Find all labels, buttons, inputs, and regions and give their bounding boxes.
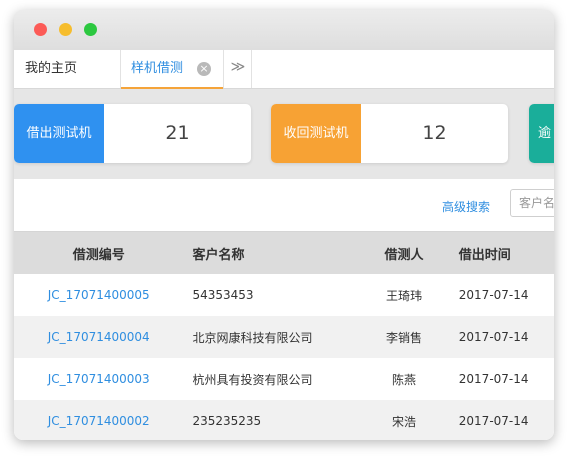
borrower-cell: 陈燕 xyxy=(392,372,417,387)
loan-list-panel: 高级搜索 借测编号 客户名称 借测人 借出时间 JC_17071400005 5… xyxy=(14,179,554,440)
table-row[interactable]: JC_17071400003 杭州具有投资有限公司 陈燕 2017-07-14 xyxy=(14,358,554,400)
minimize-window-button[interactable] xyxy=(59,23,72,36)
customer-cell: 235235235 xyxy=(183,400,365,440)
stat-card-value: 12 xyxy=(422,122,447,144)
lend-date-cell: 2017-07-14 xyxy=(458,288,529,302)
close-icon[interactable]: × xyxy=(197,62,211,76)
loan-id-cell: JC_17071400005 xyxy=(14,274,183,316)
column-header-borrower[interactable]: 借测人 xyxy=(364,232,444,274)
loan-id-link[interactable]: JC_17071400002 xyxy=(48,414,150,428)
tab-sample-loan-label: 样机借测 xyxy=(131,61,184,76)
list-toolbar: 高级搜索 xyxy=(14,179,554,232)
stat-card-label: 逾 xyxy=(529,104,554,163)
stat-card-value: 21 xyxy=(165,122,190,144)
column-header-customer[interactable]: 客户名称 xyxy=(183,232,365,274)
tab-home[interactable]: 我的主页 xyxy=(25,50,77,88)
customer-cell: 杭州具有投资有限公司 xyxy=(192,372,313,387)
table-header-row: 借测编号 客户名称 借测人 借出时间 xyxy=(14,232,554,274)
advanced-search-link[interactable]: 高级搜索 xyxy=(442,198,490,215)
tab-sample-loan[interactable]: 样机借测 × xyxy=(120,50,224,89)
tab-bar: 我的主页 样机借测 × ≫ xyxy=(14,50,554,89)
table-row[interactable]: JC_17071400002 235235235 宋浩 2017-07-14 xyxy=(14,400,554,440)
lend-date-cell: 2017-07-14 xyxy=(443,400,554,440)
table-row[interactable]: JC_17071400005 54353453 王琦玮 2017-07-14 xyxy=(14,274,554,316)
borrower-cell: 宋浩 xyxy=(364,400,444,440)
stat-card-lent[interactable]: 借出测试机 21 xyxy=(14,104,251,163)
customer-search-input[interactable] xyxy=(510,189,554,217)
close-window-button[interactable] xyxy=(34,23,47,36)
app-window: 我的主页 样机借测 × ≫ 借出测试机 21 收回测试机 12 逾 高级搜索 借… xyxy=(14,10,554,440)
maximize-window-button[interactable] xyxy=(84,23,97,36)
customer-cell: 54353453 xyxy=(192,288,254,302)
title-bar xyxy=(14,10,554,50)
loan-id-link[interactable]: JC_17071400003 xyxy=(48,372,150,386)
loan-id-cell: JC_17071400004 xyxy=(14,316,184,358)
borrower-cell: 李销售 xyxy=(364,316,444,358)
lend-date-cell: 2017-07-14 xyxy=(443,316,554,358)
stat-card-overdue[interactable]: 逾 xyxy=(529,104,554,163)
column-header-lend-date[interactable]: 借出时间 xyxy=(443,232,554,274)
loan-table: 借测编号 客户名称 借测人 借出时间 JC_17071400005 543534… xyxy=(14,232,554,440)
loan-id-cell: JC_17071400002 xyxy=(14,400,184,440)
customer-cell: 北京网康科技有限公司 xyxy=(183,316,365,358)
double-chevron-down-icon[interactable]: ≫ xyxy=(225,50,252,88)
stat-card-label: 借出测试机 xyxy=(14,104,104,163)
loan-id-link[interactable]: JC_17071400005 xyxy=(48,288,150,302)
stat-card-label: 收回测试机 xyxy=(271,104,361,163)
loan-id-link[interactable]: JC_17071400004 xyxy=(48,330,150,344)
borrower-cell: 王琦玮 xyxy=(386,288,423,303)
loan-id-cell: JC_17071400003 xyxy=(14,358,183,400)
stat-card-returned[interactable]: 收回测试机 12 xyxy=(271,104,508,163)
column-header-loan-id[interactable]: 借测编号 xyxy=(14,232,184,274)
table-row[interactable]: JC_17071400004 北京网康科技有限公司 李销售 2017-07-14 xyxy=(14,316,554,358)
lend-date-cell: 2017-07-14 xyxy=(458,372,529,386)
